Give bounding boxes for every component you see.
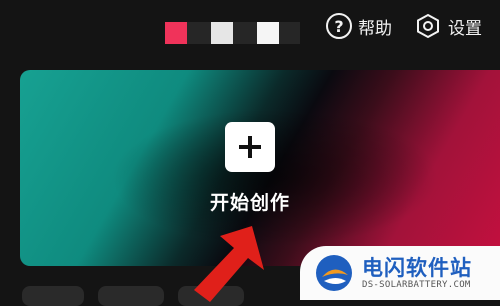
settings-label: 设置 bbox=[448, 18, 482, 39]
site-watermark: 电闪软件站 DS-SOLARBATTERY.COM bbox=[300, 246, 500, 300]
logo-gap bbox=[279, 22, 300, 44]
watermark-title: 电闪软件站 bbox=[362, 256, 472, 280]
logo-gap bbox=[187, 22, 211, 44]
logo-block-light bbox=[211, 22, 233, 44]
start-creating-label: 开始创作 bbox=[209, 192, 290, 214]
tool-thumbnail[interactable] bbox=[98, 286, 164, 306]
tool-thumbnail[interactable] bbox=[22, 286, 84, 306]
logo-gap bbox=[233, 22, 257, 44]
logo-block-white bbox=[257, 22, 279, 44]
question-circle-icon: ? bbox=[326, 13, 352, 39]
help-button[interactable]: ? 帮助 bbox=[326, 13, 392, 39]
red-arrow-annotation bbox=[194, 226, 264, 302]
logo-block-red bbox=[165, 22, 187, 44]
top-actions: ? 帮助 设置 bbox=[326, 12, 482, 40]
watermark-subtitle: DS-SOLARBATTERY.COM bbox=[362, 280, 471, 290]
settings-button[interactable]: 设置 bbox=[414, 12, 482, 40]
hexagon-gear-icon bbox=[414, 12, 442, 40]
app-logo-strip bbox=[165, 22, 300, 44]
plus-icon[interactable] bbox=[225, 122, 275, 172]
help-label: 帮助 bbox=[358, 18, 392, 39]
watermark-logo-icon bbox=[316, 255, 352, 291]
